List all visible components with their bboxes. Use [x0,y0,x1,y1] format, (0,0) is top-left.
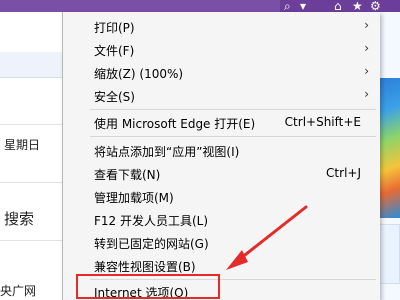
chevron-right-icon: › [364,41,369,55]
weekday-text: 星期日 [4,138,41,152]
menu-item-label: 缩放(Z) (100%) [94,67,184,81]
menu-item-label: 查看下载(N) [94,168,161,182]
menu-item-manage-addons[interactable]: 管理加载项(M) [63,185,381,208]
toolbar-icons: ⌕ ▾ ⌂ ★ ⚙ [280,0,400,12]
menu-item-print[interactable]: 打印(P) › [63,15,381,38]
search-label[interactable]: 搜索 [4,208,34,229]
menu-item-label: 转到已固定的网站(G) [94,237,209,251]
menu-item-view-downloads[interactable]: 查看下载(N) Ctrl+J [63,162,381,185]
menu-item-label: 管理加载项(M) [94,191,174,205]
menu-separator [90,109,376,110]
chevron-right-icon: › [364,87,369,101]
chevron-right-icon: › [364,64,369,78]
menu-item-open-in-edge[interactable]: 使用 Microsoft Edge 打开(E) Ctrl+Shift+E [63,111,381,134]
dropdown-icon[interactable]: ▾ [300,0,306,12]
gear-icon[interactable]: ⚙ [370,0,381,12]
menu-separator [90,136,376,137]
menu-item-shortcut: Ctrl+J [326,166,361,180]
search-icon[interactable]: ⌕ [284,0,291,12]
menu-item-label: 打印(P) [94,21,135,35]
menu-item-safety[interactable]: 安全(S) › [63,84,381,107]
menu-item-add-to-apps[interactable]: 将站点添加到“应用”视图(I) [63,139,381,162]
menu-item-pinned-sites[interactable]: 转到已固定的网站(G) [63,231,381,254]
chevron-right-icon: › [364,18,369,32]
highlight-box [76,274,220,299]
menu-item-file[interactable]: 文件(F) › [63,38,381,61]
menu-item-zoom[interactable]: 缩放(Z) (100%) › [63,61,381,84]
site-link[interactable]: 央广网 [0,282,36,299]
menu-item-label: 兼容性视图设置(B) [94,260,196,274]
tools-menu: 打印(P) › 文件(F) › 缩放(Z) (100%) › 安全(S) › 使… [62,12,380,300]
home-icon[interactable]: ⌂ [334,0,342,12]
menu-item-label: 使用 Microsoft Edge 打开(E) [94,117,256,131]
menu-item-label: F12 开发人员工具(L) [94,214,209,228]
menu-item-devtools[interactable]: F12 开发人员工具(L) [63,208,381,231]
star-icon[interactable]: ★ [352,0,363,12]
menu-item-label: 将站点添加到“应用”视图(I) [94,145,240,159]
menu-item-shortcut: Ctrl+Shift+E [284,115,361,129]
menu-item-label: 文件(F) [94,44,135,58]
menu-item-label: 安全(S) [94,90,135,104]
